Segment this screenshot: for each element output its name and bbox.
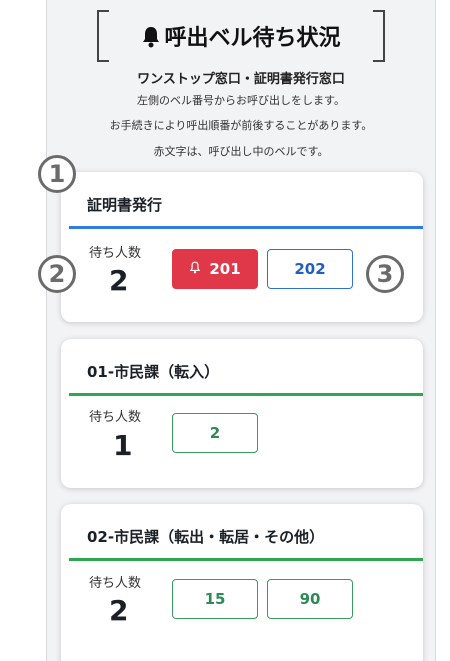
wait-count-label: 待ち人数	[89, 410, 142, 425]
page-title: 呼出ベル待ち状況	[97, 20, 385, 52]
bell-number-button-calling[interactable]: 201	[172, 249, 258, 289]
bell-icon	[189, 260, 209, 278]
annotation-marker-1: 1	[38, 155, 76, 193]
bell-number: 15	[204, 590, 226, 608]
info-line: 赤文字は、呼び出し中のベルです。	[153, 145, 329, 158]
queue-card-move-in: 01-市民課（転入） 待ち人数 1 2	[61, 339, 423, 488]
info-line: お手続きにより呼出順番が前後することがあります。	[109, 119, 373, 132]
bell-number: 90	[299, 590, 321, 608]
card-title: 02-市民課（転出・転居・その他）	[87, 528, 325, 546]
wait-count: 2	[109, 264, 129, 297]
card-divider	[69, 226, 423, 229]
bell-number-button[interactable]: 202	[267, 249, 353, 289]
page-header: 呼出ベル待ち状況	[97, 10, 385, 62]
wait-count-label: 待ち人数	[89, 576, 142, 591]
wait-count: 1	[113, 429, 133, 462]
bell-number: 201	[209, 260, 241, 278]
wait-count-label: 待ち人数	[89, 246, 142, 261]
annotation-marker-2: 2	[38, 255, 76, 293]
card-title: 01-市民課（転入）	[87, 363, 220, 381]
page-title-text: 呼出ベル待ち状況	[164, 26, 341, 51]
queue-card-move-out: 02-市民課（転出・転居・その他） 待ち人数 2 15 90	[61, 504, 423, 661]
card-divider	[69, 393, 423, 396]
queue-card-certificate: 証明書発行 待ち人数 2 201 202	[61, 172, 423, 322]
bell-number: 2	[209, 424, 221, 442]
wait-count: 2	[109, 594, 129, 627]
counter-subtitle: ワンストップ窓口・証明書発行窓口	[137, 72, 345, 87]
bell-number: 202	[294, 260, 326, 278]
card-title: 証明書発行	[87, 196, 163, 214]
info-line: 左側のベル番号からお呼び出しをします。	[137, 94, 345, 107]
main-panel: 呼出ベル待ち状況 ワンストップ窓口・証明書発行窓口 左側のベル番号からお呼び出し…	[46, 0, 436, 661]
annotation-marker-3: 3	[366, 255, 404, 293]
card-divider	[69, 558, 423, 561]
bell-icon	[141, 26, 164, 51]
bell-number-button[interactable]: 90	[267, 579, 353, 619]
bell-number-button[interactable]: 2	[172, 413, 258, 453]
bell-number-button[interactable]: 15	[172, 579, 258, 619]
